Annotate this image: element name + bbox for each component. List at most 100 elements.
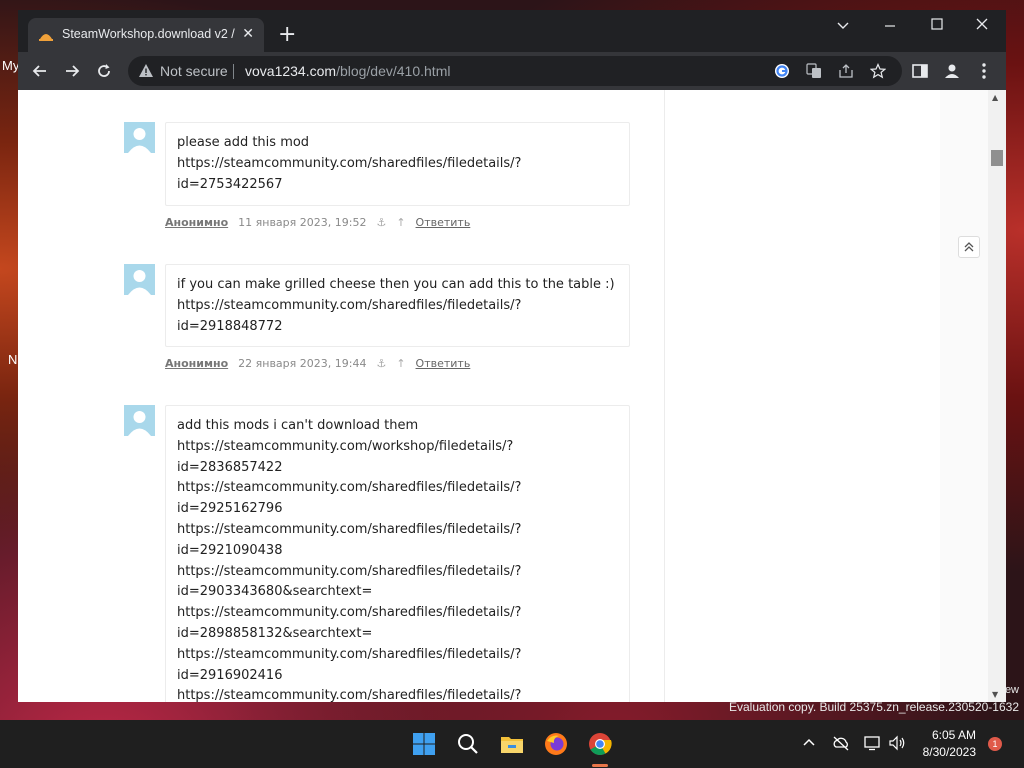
parent-arrow-icon[interactable]: ↑ [396, 216, 405, 229]
comment-link-line[interactable]: https://steamcommunity.com/workshop/file… [177, 437, 619, 458]
chevron-up-icon[interactable] [802, 735, 816, 749]
comment-author-link[interactable]: Анонимно [165, 357, 228, 370]
watermark-build-text: Evaluation copy. Build 25375.zn_release.… [729, 700, 1019, 714]
right-gutter [940, 90, 988, 702]
onedrive-off-icon[interactable] [832, 735, 850, 751]
notification-badge[interactable]: 1 [988, 737, 1002, 751]
url-text[interactable]: vova1234.com/blog/dev/410.html [245, 63, 450, 79]
comment-link-line[interactable]: https://steamcommunity.com/sharedfiles/f… [177, 645, 619, 666]
comment-author-link[interactable]: Анонимно [165, 216, 228, 229]
side-panel-icon[interactable] [910, 61, 930, 81]
watermark-label-ew: ew [1004, 684, 1019, 696]
chrome-icon[interactable] [588, 732, 612, 756]
evaluation-watermark: ew Evaluation copy. Build 25375.zn_relea… [729, 684, 1019, 714]
tab-search-chevron-icon[interactable] [836, 18, 850, 32]
comment-link-line[interactable]: https://steamcommunity.com/sharedfiles/f… [177, 603, 619, 624]
comment-text-line: add this mods i can't download them [177, 418, 419, 433]
windows-start-icon[interactable] [412, 732, 436, 756]
comment-link-line[interactable]: https://steamcommunity.com/sharedfiles/f… [177, 296, 619, 317]
site-favicon-icon [39, 34, 53, 41]
url-path: /blog/dev/410.html [336, 63, 451, 79]
clock-date: 8/30/2023 [922, 745, 976, 759]
user-silhouette-icon [128, 128, 151, 153]
url-host: vova1234.com [245, 63, 337, 79]
avatar [124, 122, 155, 153]
translate-icon[interactable] [806, 63, 822, 79]
google-lens-icon[interactable] [774, 63, 790, 79]
scroll-up-arrow-icon[interactable]: ▲ [992, 93, 998, 102]
double-chevron-up-icon [964, 242, 974, 252]
firefox-icon[interactable] [544, 732, 568, 756]
sidebar-divider [664, 90, 665, 702]
parent-arrow-icon[interactable]: ↑ [396, 357, 405, 370]
clock-time: 6:05 AM [931, 728, 976, 742]
reply-link[interactable]: Ответить [416, 216, 471, 229]
forward-icon[interactable] [62, 61, 82, 81]
desktop-label-n: N [8, 352, 18, 367]
anchor-link-icon[interactable]: ⚓ [376, 357, 386, 370]
comment-meta: Анонимно 11 января 2023, 19:52 ⚓ ↑ Ответить [165, 216, 470, 229]
anchor-link-icon[interactable]: ⚓ [376, 216, 386, 229]
comment-date: 11 января 2023, 19:52 [238, 216, 367, 229]
avatar [124, 405, 155, 436]
comment-link-line[interactable]: id=2925162796 [177, 499, 619, 520]
taskbar-clock[interactable]: 6:05 AM 8/30/2023 [923, 727, 976, 761]
volume-icon[interactable] [888, 735, 906, 751]
back-icon[interactable] [30, 61, 50, 81]
network-icon[interactable] [864, 735, 882, 751]
comment-item: add this mods i can't download them http… [124, 405, 630, 702]
comment-link-line[interactable]: id=2916902416 [177, 666, 619, 687]
comment-link-line[interactable]: id=2903343680&searchtext= [177, 582, 619, 603]
bookmark-star-icon[interactable] [870, 63, 886, 79]
comment-link-line[interactable]: id=2921090438 [177, 541, 619, 562]
not-secure-label[interactable]: Not secure [160, 63, 228, 79]
comment-meta: Анонимно 22 января 2023, 19:44 ⚓ ↑ Ответить [165, 357, 470, 370]
comment-link-line[interactable]: https://steamcommunity.com/sharedfiles/f… [177, 562, 619, 583]
comment-text-line: if you can make grilled cheese then you … [177, 277, 615, 292]
maximize-icon[interactable] [931, 18, 943, 30]
scroll-to-top-button[interactable] [958, 236, 980, 258]
reply-link[interactable]: Ответить [416, 357, 471, 370]
comment-link-line[interactable]: https://steamcommunity.com/sharedfiles/f… [177, 478, 619, 499]
address-bar[interactable]: Not secure vova1234.com/blog/dev/410.htm… [128, 56, 902, 86]
user-silhouette-icon [128, 411, 151, 436]
active-tab[interactable]: SteamWorkshop.download v2 / C ✕ [28, 18, 264, 52]
minimize-icon[interactable] [884, 20, 896, 32]
taskbar: 6:05 AM 8/30/2023 1 [0, 720, 1024, 768]
user-silhouette-icon [128, 270, 151, 295]
share-icon[interactable] [838, 63, 854, 79]
url-divider [233, 64, 234, 79]
active-app-indicator [592, 764, 608, 767]
browser-toolbar: Not secure vova1234.com/blog/dev/410.htm… [18, 52, 1006, 90]
page-content: please add this mod https://steamcommuni… [18, 90, 1006, 702]
comment-text-line: please add this mod [177, 135, 310, 150]
new-tab-button[interactable]: + [278, 24, 296, 46]
not-secure-warning-icon[interactable] [138, 63, 154, 79]
file-explorer-icon[interactable] [500, 732, 524, 756]
comment-link-line[interactable]: https://steamcommunity.com/sharedfiles/f… [177, 154, 619, 175]
tab-close-icon[interactable]: ✕ [242, 26, 254, 42]
browser-window: SteamWorkshop.download v2 / C ✕ + Not se… [18, 10, 1006, 702]
scrollbar-thumb[interactable] [991, 150, 1003, 166]
comment-link-line[interactable]: id=2918848772 [177, 317, 619, 338]
comment-link-line[interactable]: id=2836857422 [177, 458, 619, 479]
comment-item: if you can make grilled cheese then you … [124, 264, 630, 384]
comment-bubble: add this mods i can't download them http… [165, 405, 630, 702]
scroll-down-arrow-icon[interactable]: ▼ [992, 690, 998, 699]
tab-strip: SteamWorkshop.download v2 / C ✕ + [18, 10, 1006, 52]
tab-title: SteamWorkshop.download v2 / C [62, 27, 238, 41]
comment-item: please add this mod https://steamcommuni… [124, 122, 630, 242]
menu-kebab-icon[interactable] [974, 61, 994, 81]
comment-date: 22 января 2023, 19:44 [238, 357, 367, 370]
comment-link-line[interactable]: id=2898858132&searchtext= [177, 624, 619, 645]
comment-link-line[interactable]: https://steamcommunity.com/sharedfiles/f… [177, 520, 619, 541]
comment-bubble: if you can make grilled cheese then you … [165, 264, 630, 347]
profile-icon[interactable] [942, 61, 962, 81]
desktop-label-my: My [2, 58, 20, 73]
close-window-icon[interactable] [976, 18, 988, 30]
search-icon[interactable] [456, 732, 480, 756]
reload-icon[interactable] [94, 61, 114, 81]
comment-link-line[interactable]: https://steamcommunity.com/sharedfiles/f… [177, 686, 619, 702]
comment-link-line[interactable]: id=2753422567 [177, 175, 619, 196]
vertical-scrollbar[interactable]: ▲ ▼ [988, 90, 1006, 702]
